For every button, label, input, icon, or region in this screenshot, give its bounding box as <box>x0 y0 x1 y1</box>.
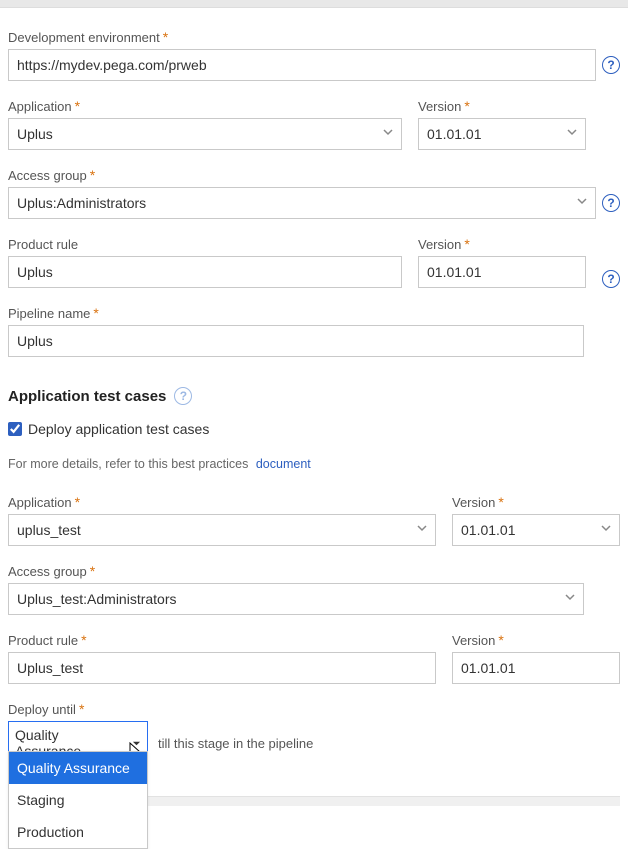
group-pipeline-name: Pipeline name * <box>8 306 620 357</box>
group-deploy-until: Deploy until * Quality Assurance till th… <box>8 702 620 765</box>
required-asterisk: * <box>93 306 98 320</box>
label-text: Deploy until <box>8 702 76 717</box>
required-asterisk: * <box>498 633 503 647</box>
label-text: Version <box>452 633 495 648</box>
label-dev-env: Development environment * <box>8 30 620 45</box>
deploy-test-label[interactable]: Deploy application test cases <box>28 421 209 437</box>
group-access-group: Access group * ? <box>8 168 620 219</box>
pipeline-name-input[interactable] <box>8 325 584 357</box>
group-test-access-group: Access group * <box>8 564 620 615</box>
label-text: Development environment <box>8 30 160 45</box>
label-text: Application <box>8 495 72 510</box>
label-text: Application <box>8 99 72 114</box>
label-product-rule: Product rule <box>8 237 402 252</box>
group-test-product-rule: Product rule * Version * <box>8 633 620 684</box>
help-icon[interactable]: ? <box>602 270 620 288</box>
test-app-version-select[interactable] <box>452 514 620 546</box>
deploy-option-production[interactable]: Production <box>9 816 147 848</box>
hint-link[interactable]: document <box>256 457 311 471</box>
label-pipeline-name: Pipeline name * <box>8 306 620 321</box>
label-text: Access group <box>8 168 87 183</box>
hint-text-row: For more details, refer to this best pra… <box>8 457 620 471</box>
required-asterisk: * <box>464 237 469 251</box>
heading-group: Application test cases ? <box>8 387 620 405</box>
label-access-group: Access group * <box>8 168 620 183</box>
deploy-option-staging[interactable]: Staging <box>9 784 147 816</box>
group-product-rule: Product rule Version * ? <box>8 237 620 288</box>
test-access-group-select[interactable] <box>8 583 584 615</box>
required-asterisk: * <box>81 633 86 647</box>
test-product-rule-input[interactable] <box>8 652 436 684</box>
test-cases-heading: Application test cases <box>8 388 166 405</box>
deploy-test-checkbox[interactable] <box>8 422 22 436</box>
group-test-application: Application * Version * <box>8 495 620 546</box>
product-version-input[interactable] <box>418 256 586 288</box>
deploy-option-qa[interactable]: Quality Assurance <box>9 752 147 784</box>
spacer <box>602 132 620 150</box>
deploy-hint: till this stage in the pipeline <box>158 736 313 751</box>
top-bar <box>0 0 628 8</box>
test-product-version-input[interactable] <box>452 652 620 684</box>
required-asterisk: * <box>464 99 469 113</box>
required-asterisk: * <box>90 564 95 578</box>
label-text: Version <box>418 237 461 252</box>
app-version-select[interactable] <box>418 118 586 150</box>
help-icon[interactable]: ? <box>602 194 620 212</box>
label-test-product-version: Version * <box>452 633 620 648</box>
label-text: Access group <box>8 564 87 579</box>
label-text: Pipeline name <box>8 306 90 321</box>
label-product-version: Version * <box>418 237 586 252</box>
help-icon[interactable]: ? <box>602 56 620 74</box>
required-asterisk: * <box>163 30 168 44</box>
required-asterisk: * <box>79 702 84 716</box>
label-test-application: Application * <box>8 495 436 510</box>
label-text: Version <box>452 495 495 510</box>
required-asterisk: * <box>90 168 95 182</box>
group-application: Application * Version * <box>8 99 620 150</box>
group-dev-env: Development environment * ? <box>8 30 620 81</box>
access-group-select[interactable] <box>8 187 596 219</box>
label-application: Application * <box>8 99 402 114</box>
label-text: Version <box>418 99 461 114</box>
required-asterisk: * <box>75 99 80 113</box>
label-text: Product rule <box>8 633 78 648</box>
label-test-access-group: Access group * <box>8 564 620 579</box>
label-test-version: Version * <box>452 495 620 510</box>
help-icon[interactable]: ? <box>174 387 192 405</box>
label-version: Version * <box>418 99 586 114</box>
product-rule-input[interactable] <box>8 256 402 288</box>
test-application-select[interactable] <box>8 514 436 546</box>
deploy-dropdown: Quality Assurance Staging Production <box>8 751 148 849</box>
required-asterisk: * <box>498 495 503 509</box>
hint-text: For more details, refer to this best pra… <box>8 457 248 471</box>
label-deploy-until: Deploy until * <box>8 702 620 717</box>
dev-env-input[interactable] <box>8 49 596 81</box>
required-asterisk: * <box>75 495 80 509</box>
deploy-checkbox-row: Deploy application test cases <box>8 421 620 437</box>
form-container: Development environment * ? Application … <box>0 8 628 765</box>
label-text: Product rule <box>8 237 78 252</box>
application-select[interactable] <box>8 118 402 150</box>
dropdown-caret-icon <box>132 735 141 751</box>
label-test-product-rule: Product rule * <box>8 633 436 648</box>
